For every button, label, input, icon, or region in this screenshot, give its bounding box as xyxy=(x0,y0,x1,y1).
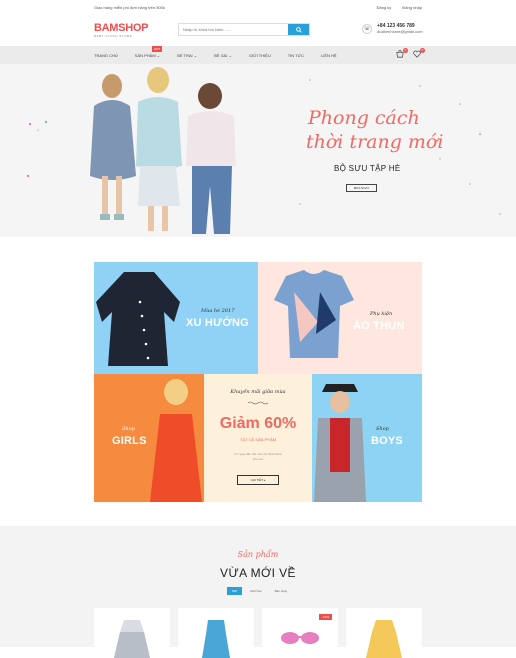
banner-girls-small: Shop xyxy=(122,426,135,432)
banner-girls-big: GIRLS xyxy=(112,435,147,447)
phone-icon: ☏ xyxy=(362,23,372,34)
section-small-title: Sản phẩm xyxy=(237,550,279,559)
search-box xyxy=(178,23,310,36)
sale-small: Khuyến mãi giữa mùa xyxy=(230,389,286,395)
sale-subtitle: TẤT CẢ SẢN PHẨM xyxy=(239,437,277,442)
contact-info: ☏ +84 123 456 789 duabenhome@gmail.com xyxy=(362,23,423,34)
sale-details-label: CHI TIẾT xyxy=(250,478,264,482)
banner-tshirt[interactable]: Phụ kiện ÁO THUN xyxy=(258,262,422,374)
girl-illustration xyxy=(150,379,202,502)
account-links: Đăng ký Đăng nhập xyxy=(367,5,422,10)
product-card[interactable]: -15% xyxy=(262,608,338,658)
new-products-section: Sản phẩm VỪA MỚI VỀ Mới Giới hạn Bán chạ… xyxy=(0,526,516,658)
logo[interactable]: BAMSHOP BABY CLOTH STORE xyxy=(94,21,178,38)
tab-bestseller[interactable]: Bán chạy xyxy=(270,587,293,595)
nav-about[interactable]: GIỚI THIỆU xyxy=(249,53,271,58)
nav-boys[interactable]: BÉ TRAI ⌄ xyxy=(177,53,197,58)
banner-boys[interactable]: Shop BOYS xyxy=(312,374,422,502)
login-link[interactable]: Đăng nhập xyxy=(402,5,422,10)
yellow-dress-image xyxy=(366,620,402,658)
banner-trend[interactable]: Mùa hè 2017 XU HƯỚNG xyxy=(94,262,258,374)
register-link[interactable]: Đăng ký xyxy=(377,5,392,10)
hero-banner: Phong cách thời trang mới BỘ SƯU TẬP HÈ … xyxy=(0,64,516,237)
nav-home[interactable]: TRANG CHỦ xyxy=(94,53,118,58)
hero-subtitle: BỘ SƯU TẬP HÈ xyxy=(334,164,401,173)
banner-sale[interactable]: Khuyến mãi giữa mùa Giảm 60% TẤT CẢ SẢN … xyxy=(204,374,312,502)
cart-button[interactable]: 0 xyxy=(396,48,408,59)
sale-desc-line2: cho con xyxy=(252,457,264,461)
tab-new[interactable]: Mới xyxy=(227,587,243,595)
sale-badge: -15% xyxy=(318,614,332,620)
sale-title: Giảm 60% xyxy=(219,415,297,432)
promo-banners: Mùa hè 2017 XU HƯỚNG Phụ kiện ÁO THUN Sh… xyxy=(94,262,422,502)
tshirt-illustration xyxy=(274,270,354,358)
nav-news[interactable]: TIN TỨC xyxy=(288,53,304,58)
hero-kids-illustration xyxy=(90,67,236,234)
cart-count: 0 xyxy=(403,48,408,53)
banner-trend-big: XU HƯỚNG xyxy=(186,317,249,329)
nav-boys-label: BÉ TRAI xyxy=(177,52,193,58)
coat-illustration xyxy=(96,272,180,366)
nav-girls-label: BÉ GÁI xyxy=(214,52,228,58)
romper-image xyxy=(202,620,230,658)
email-address: duabenhome@gmail.com xyxy=(377,29,423,34)
product-tabs: Mới Giới hạn Bán chạy xyxy=(227,587,295,595)
header: BAMSHOP BABY CLOTH STORE ☏ +84 123 456 7… xyxy=(0,14,516,46)
banner-girls[interactable]: Shop GIRLS xyxy=(94,374,204,502)
banner-boys-small: Shop xyxy=(376,426,389,432)
search-button[interactable] xyxy=(288,24,309,35)
hot-badge: HOT xyxy=(151,45,163,52)
tab-limited[interactable]: Giới hạn xyxy=(245,587,266,595)
banner-trend-small: Mùa hè 2017 xyxy=(201,308,235,314)
section-title: VỪA MỚI VỀ xyxy=(220,566,296,580)
product-card[interactable] xyxy=(94,608,170,658)
sale-desc-line1: Từ ngày đến hết mùa hè 2018 dành xyxy=(234,452,282,456)
hero-title-line2: thời trang mới xyxy=(306,131,444,153)
shop-now-button[interactable]: MUA NGAY xyxy=(346,184,377,192)
nav-products-label: SẢN PHẨM xyxy=(134,52,156,58)
search-input[interactable] xyxy=(179,24,288,35)
hero-title-line1: Phong cách xyxy=(308,107,420,129)
product-card[interactable] xyxy=(346,608,422,658)
logo-tagline: BABY CLOTH STORE xyxy=(94,33,133,38)
product-card[interactable] xyxy=(178,608,254,658)
dress-image xyxy=(114,620,150,658)
nav-products[interactable]: SẢN PHẨM ⌄ HOT xyxy=(134,45,163,58)
boy-illustration xyxy=(314,384,366,502)
search-icon xyxy=(295,26,302,33)
logo-text: BAMSHOP xyxy=(94,21,149,34)
nav-icons: 0 0 xyxy=(388,48,425,59)
wishlist-count: 0 xyxy=(420,48,425,53)
banner-tshirt-small: Phụ kiện xyxy=(370,311,393,317)
topbar: Giao hàng miễn phí đơn hàng trên 500k Đă… xyxy=(0,0,516,14)
shipping-notice: Giao hàng miễn phí đơn hàng trên 500k xyxy=(94,4,165,10)
sale-details-button[interactable]: CHI TIẾT ▸ xyxy=(237,475,279,485)
main-nav: TRANG CHỦ SẢN PHẨM ⌄ HOT BÉ TRAI ⌄ BÉ GÁI… xyxy=(0,45,516,64)
banner-tshirt-big: ÁO THUN xyxy=(353,320,405,332)
nav-contact[interactable]: LIÊN HỆ xyxy=(321,53,337,58)
wishlist-button[interactable]: 0 xyxy=(413,48,425,59)
product-grid: -15% xyxy=(94,608,430,658)
wavy-divider xyxy=(248,401,268,405)
banner-boys-big: BOYS xyxy=(371,435,403,447)
nav-girls[interactable]: BÉ GÁI ⌄ xyxy=(214,53,232,58)
